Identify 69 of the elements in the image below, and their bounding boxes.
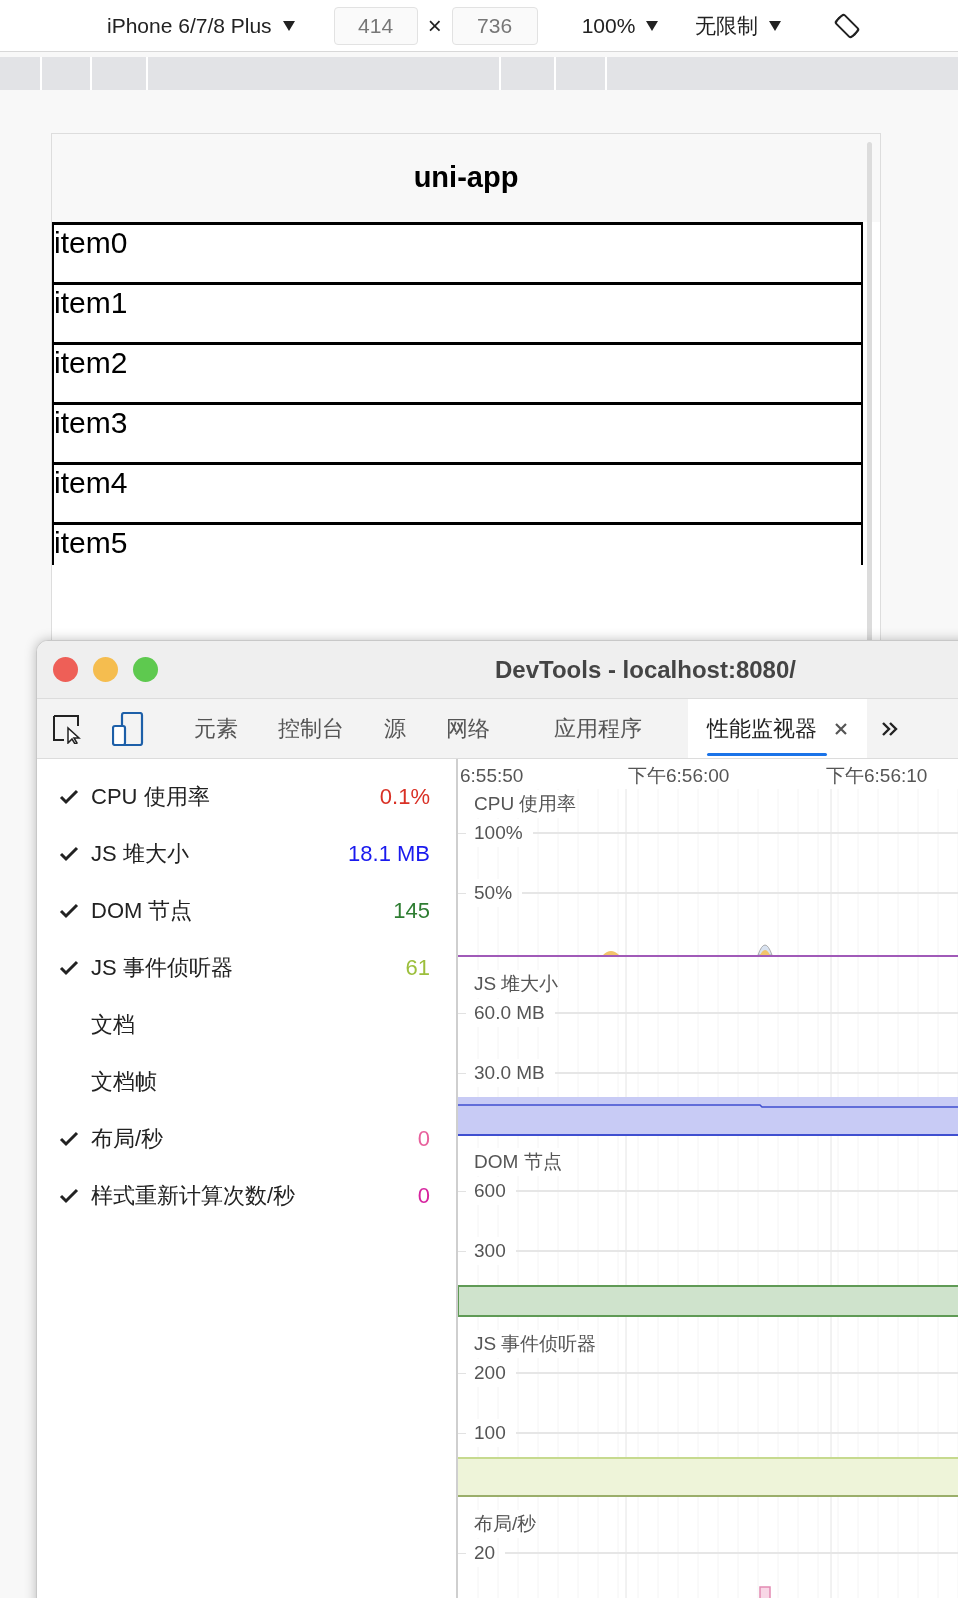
- inspect-icon[interactable]: [52, 713, 84, 744]
- list-item: item0: [52, 222, 863, 282]
- check-icon: [59, 788, 79, 805]
- metric-value: 18.1 MB: [348, 840, 430, 868]
- axis-tick-label: 300: [474, 1236, 506, 1266]
- check-icon: [59, 1130, 79, 1147]
- close-icon[interactable]: [834, 721, 848, 736]
- caret-icon: [281, 18, 296, 33]
- metric-value: 0: [417, 1125, 430, 1153]
- axis-tick-label: 20: [474, 1538, 496, 1568]
- tab[interactable]: 网络: [446, 699, 490, 758]
- metric-label: JS 事件侦听器: [91, 954, 234, 982]
- axis-tick-label: 200: [474, 1358, 506, 1388]
- graph-title: CPU 使用率: [474, 789, 577, 819]
- metric-value: 145: [393, 897, 430, 925]
- graph-title: DOM 节点: [474, 1147, 562, 1177]
- metric-label: 文档帧: [91, 1068, 158, 1096]
- list-item: item4: [52, 462, 863, 522]
- check-icon: [59, 959, 79, 976]
- caret-icon: [768, 18, 783, 33]
- metric-value: 61: [405, 954, 430, 982]
- tab[interactable]: 性能监视器: [688, 699, 867, 758]
- tab[interactable]: 应用程序: [554, 699, 642, 758]
- graph-title: 布局/秒: [474, 1509, 537, 1539]
- caret-icon: [645, 18, 660, 33]
- axis-tick-label: 30.0 MB: [474, 1058, 545, 1088]
- time-label: 6:55:50: [460, 764, 524, 788]
- metric-label: DOM 节点: [91, 897, 194, 925]
- zoom-dropdown[interactable]: 100%: [581, 9, 660, 42]
- metric-label: 布局/秒: [91, 1125, 165, 1153]
- more-tabs-icon[interactable]: [881, 720, 899, 737]
- metric-label: JS 堆大小: [91, 840, 190, 868]
- width-field[interactable]: 414: [333, 6, 418, 45]
- check-icon: [59, 1187, 79, 1204]
- tab[interactable]: 控制台: [278, 699, 344, 758]
- metric-value: 0.1%: [379, 783, 430, 811]
- tab[interactable]: 元素: [194, 699, 238, 758]
- metric-label: CPU 使用率: [91, 783, 211, 811]
- device-dropdown[interactable]: iPhone 6/7/8 Plus: [107, 9, 296, 42]
- axis-tick-label: 600: [474, 1176, 506, 1206]
- metric-value: 0: [417, 1182, 430, 1210]
- layout-bar: [759, 1586, 771, 1598]
- axis-tick-label: 50%: [474, 878, 513, 908]
- throttling-dropdown[interactable]: 无限制: [695, 9, 783, 42]
- axis-tick-label: 100: [474, 1418, 506, 1448]
- graph-title: JS 事件侦听器: [474, 1329, 597, 1359]
- window-title: DevTools - localhost:8080/: [495, 654, 796, 685]
- page-title: uni-app: [413, 160, 519, 196]
- axis-tick-label: 100%: [474, 818, 523, 848]
- check-icon: [59, 845, 79, 862]
- list-item: item1: [52, 282, 863, 342]
- times-sign: ×: [427, 10, 442, 41]
- list-item: item2: [52, 342, 863, 402]
- list-item: item5: [52, 522, 863, 565]
- cpu-spike: [603, 951, 619, 955]
- time-label: 下午6:56:10: [826, 764, 928, 788]
- scrollbar[interactable]: [867, 142, 872, 642]
- tab[interactable]: 源: [384, 699, 406, 758]
- device-toggle-icon[interactable]: [112, 711, 144, 746]
- axis-tick-label: 60.0 MB: [474, 998, 545, 1028]
- graph-title: JS 堆大小: [474, 969, 559, 999]
- close-button[interactable]: [53, 657, 78, 682]
- metric-label: 样式重新计算次数/秒: [91, 1182, 297, 1210]
- list-item: item3: [52, 402, 863, 462]
- time-label: 下午6:56:00: [628, 764, 730, 788]
- height-field[interactable]: 736: [451, 6, 538, 45]
- check-icon: [59, 902, 79, 919]
- cpu-spike: [757, 944, 773, 956]
- metric-label: 文档: [91, 1011, 136, 1039]
